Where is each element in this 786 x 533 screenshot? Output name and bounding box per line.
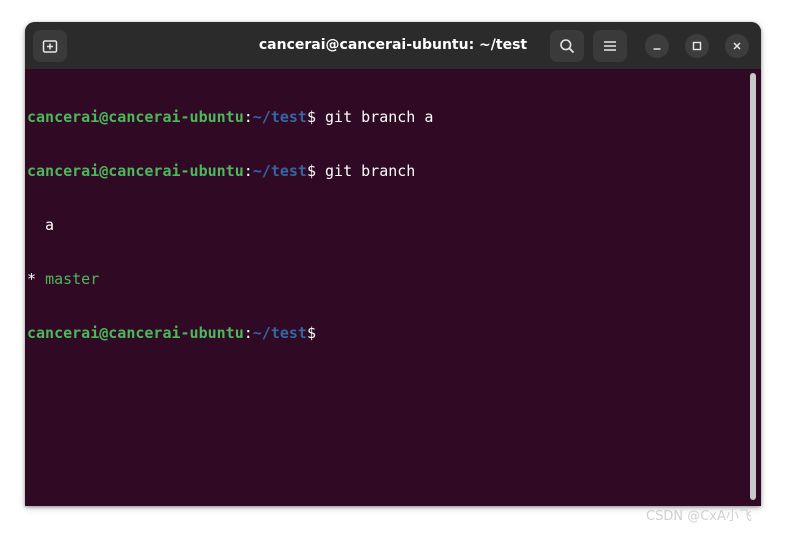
prompt-colon: : [243,162,253,180]
prompt-path: ~/test [252,162,307,180]
prompt-symbol: $ [306,324,316,342]
current-branch-name: master [45,270,100,288]
new-tab-button[interactable] [33,30,67,62]
menu-button[interactable] [593,30,627,62]
title-bar: cancerai@cancerai-ubuntu: ~/test [25,22,761,69]
maximize-button[interactable] [685,34,709,58]
prompt-path: ~/test [252,324,307,342]
prompt-path: ~/test [252,108,307,126]
hamburger-menu-icon [604,41,616,51]
prompt-symbol: $ [306,108,316,126]
prompt-colon: : [243,108,253,126]
new-tab-icon [42,40,58,53]
window-title: cancerai@cancerai-ubuntu: ~/test [258,37,528,53]
branch-output-a: a [27,216,433,234]
minimize-icon [653,48,661,50]
watermark: CSDN @CxA小飞 [646,509,752,524]
prompt-colon: : [243,324,253,342]
terminal-scrollbar[interactable] [750,73,756,500]
branch-name: a [27,216,55,234]
terminal-line-2: cancerai@cancerai-ubuntu:~/test$ git bra… [27,162,433,180]
terminal-content[interactable]: cancerai@cancerai-ubuntu:~/test$ git bra… [25,69,761,506]
prompt-user-host: cancerai@cancerai-ubuntu [27,324,244,342]
close-icon [733,42,741,50]
prompt-user-host: cancerai@cancerai-ubuntu [27,108,244,126]
terminal-lines: cancerai@cancerai-ubuntu:~/test$ git bra… [27,72,433,378]
prompt-user-host: cancerai@cancerai-ubuntu [27,162,244,180]
branch-output-current: * master [27,270,433,288]
minimize-button[interactable] [645,34,669,58]
maximize-icon [692,41,702,51]
current-branch-marker: * [27,270,46,288]
prompt-symbol: $ [306,162,316,180]
terminal-line-1: cancerai@cancerai-ubuntu:~/test$ git bra… [27,108,433,126]
command-text: git branch [316,162,416,180]
search-icon [560,39,574,53]
search-button[interactable] [550,30,584,62]
terminal-line-5: cancerai@cancerai-ubuntu:~/test$ [27,324,433,342]
close-button[interactable] [725,34,749,58]
command-text: git branch a [316,108,434,126]
terminal-window: cancerai@cancerai-ubuntu: ~/test cancera… [25,22,761,506]
